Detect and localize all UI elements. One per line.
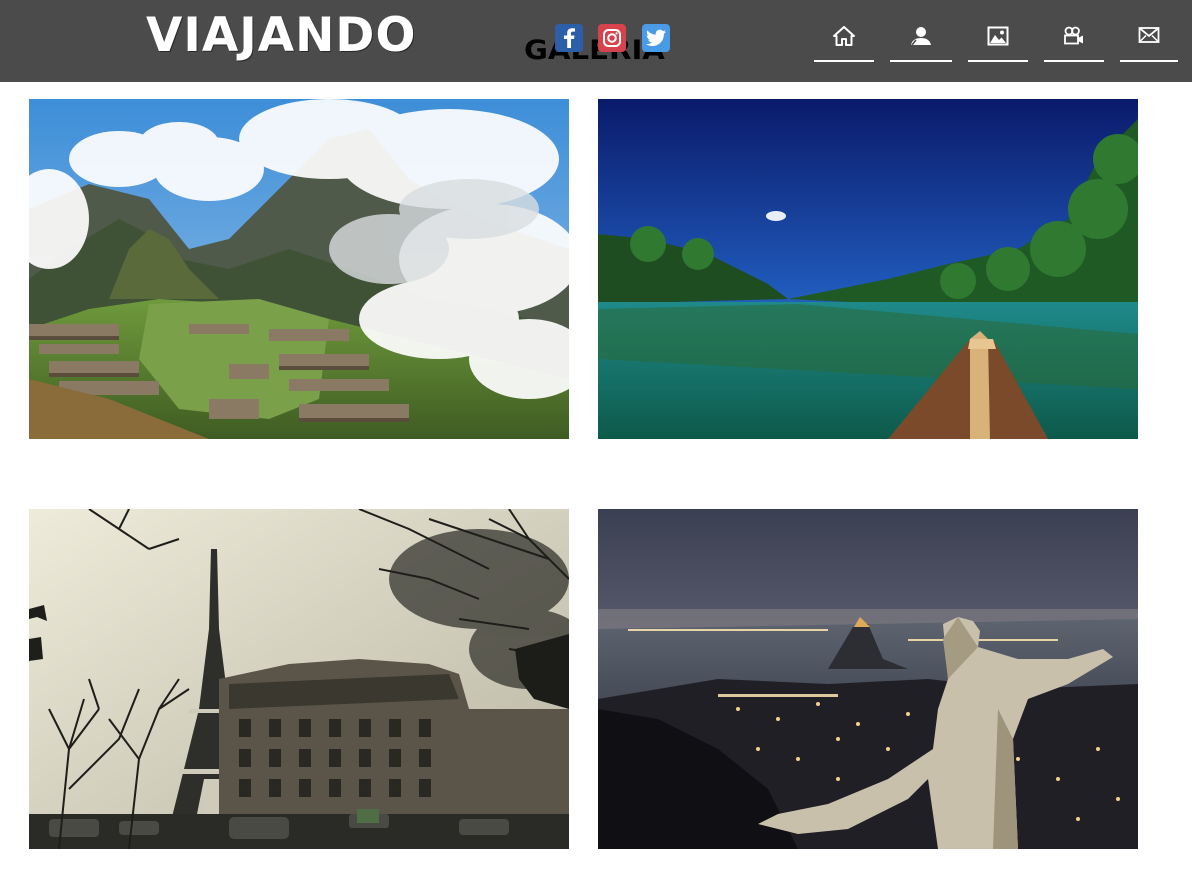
facebook-link[interactable] <box>555 24 583 52</box>
nav-contact[interactable] <box>1120 20 1178 62</box>
gallery-photo-night-city-statue[interactable] <box>598 509 1138 849</box>
home-icon <box>833 26 855 46</box>
gallery-photo-eiffel-tower[interactable] <box>29 509 569 849</box>
site-logo[interactable]: VIAJANDO <box>146 6 416 66</box>
instagram-icon <box>603 29 621 47</box>
gallery-photo-river-canoe[interactable] <box>598 99 1138 439</box>
nav-gallery[interactable] <box>968 20 1028 62</box>
gallery-photo-mountain-ruins[interactable] <box>29 99 569 439</box>
twitter-link[interactable] <box>642 24 670 52</box>
facebook-icon <box>564 28 575 48</box>
video-camera-icon <box>1064 26 1083 45</box>
nav-video[interactable] <box>1044 20 1104 62</box>
twitter-icon <box>646 29 666 46</box>
nav-about[interactable] <box>890 20 952 62</box>
instagram-link[interactable] <box>598 24 626 52</box>
image-icon <box>987 26 1009 46</box>
nav-home[interactable] <box>814 20 874 62</box>
user-icon <box>911 27 931 46</box>
envelope-icon <box>1138 27 1160 43</box>
top-bar: VIAJANDO GALERIA <box>0 0 1192 82</box>
